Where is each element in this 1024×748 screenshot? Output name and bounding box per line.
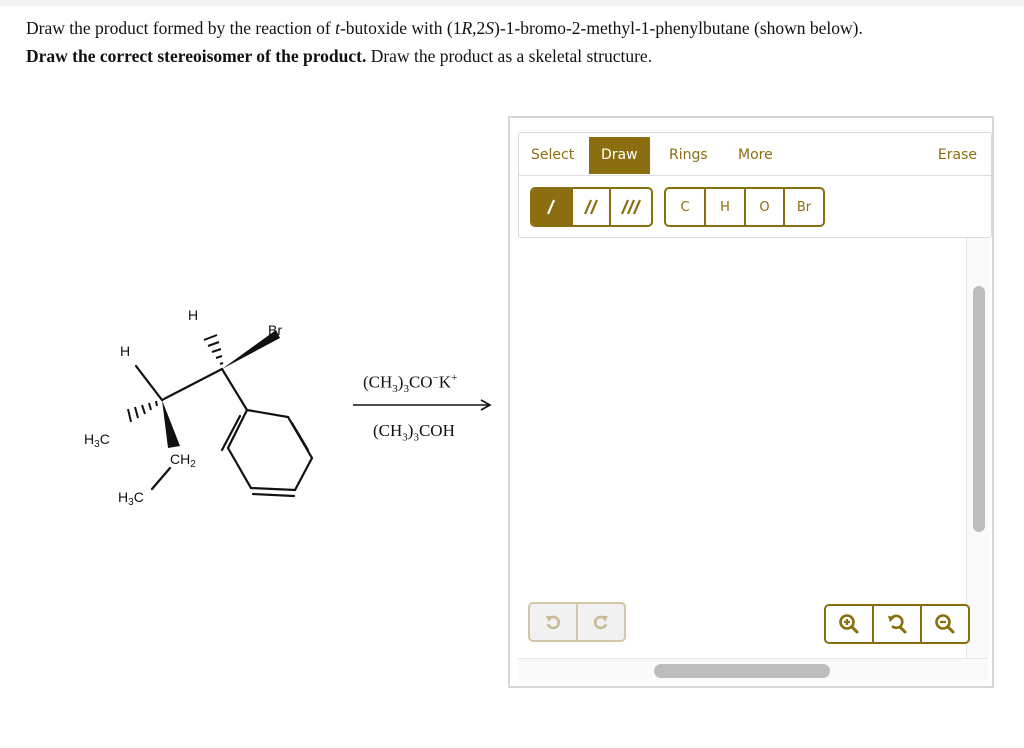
tab-more[interactable]: More (726, 137, 785, 174)
molecule-structure: H Br H H3C CH2 H3C (84, 307, 314, 508)
hashed-wedge-h (203, 334, 224, 365)
erase-button[interactable]: Erase (926, 137, 989, 174)
question-line-2: Draw the correct stereoisomer of the pro… (26, 46, 652, 67)
atom-label-br: Br (268, 322, 282, 338)
single-bond-button[interactable] (532, 189, 573, 225)
phenyl-ring (226, 408, 314, 492)
redo-icon (593, 615, 608, 630)
double-bond-icon (584, 199, 599, 215)
tab-rings[interactable]: Rings (657, 137, 720, 174)
atom-o-button[interactable]: O (746, 189, 785, 225)
zoom-out-button[interactable] (922, 606, 968, 642)
atom-label-ch2: CH2 (170, 451, 196, 470)
question-text: Draw the product formed by the reaction … (26, 18, 336, 38)
ch2-ch3-bond (150, 466, 172, 491)
undo-redo-group (528, 602, 626, 642)
tab-draw[interactable]: Draw (589, 137, 650, 174)
vertical-scroll-thumb[interactable] (973, 286, 985, 532)
redo-button[interactable] (578, 604, 624, 640)
wedge-ch2 (162, 400, 180, 448)
undo-button[interactable] (530, 604, 578, 640)
question-text-rest: -butoxide with (1R,2S)-1-bromo-2-methyl-… (339, 18, 863, 38)
editor-toolbar: Select Draw Rings More Erase C H O Br (518, 132, 992, 238)
ring-double-bond (251, 492, 296, 498)
double-bond-button[interactable] (573, 189, 612, 225)
c1-phenyl-bond (220, 367, 249, 412)
atom-label-h3c: H3C (118, 489, 144, 508)
tab-select[interactable]: Select (519, 137, 586, 174)
reagent-label: (CH3)3CO−K+ (363, 372, 458, 396)
drawing-canvas[interactable] (518, 238, 968, 658)
question-line-1: Draw the product formed by the reaction … (26, 18, 863, 39)
hashed-wedge-ch3 (127, 400, 158, 423)
undo-icon (546, 615, 561, 630)
horizontal-scroll-thumb[interactable] (654, 664, 830, 678)
zoom-controls (824, 604, 970, 644)
atom-label-h3c: H3C (84, 431, 110, 450)
solvent-label: (CH3)3COH (373, 421, 455, 444)
top-strip (0, 0, 1024, 6)
triple-bond-icon (621, 199, 642, 215)
reaction-arrow (353, 399, 492, 411)
atom-br-button[interactable]: Br (785, 189, 823, 225)
c2-h-bond (134, 364, 164, 402)
zoom-reset-icon (888, 614, 907, 634)
c1-c2-bond (160, 367, 224, 402)
structure-editor: Select Draw Rings More Erase C H O Br (508, 116, 994, 688)
atom-label-h: H (188, 307, 198, 323)
single-bond-icon (547, 199, 556, 215)
editor-tabs: Select Draw Rings More Erase (519, 133, 991, 176)
ring-double-bond (220, 414, 242, 452)
zoom-reset-button[interactable] (874, 606, 922, 642)
question-bold: Draw the correct stereoisomer of the pro… (26, 46, 367, 66)
atom-label-h: H (120, 343, 130, 359)
zoom-in-button[interactable] (826, 606, 874, 642)
ring-double-bond (290, 421, 310, 452)
zoom-out-icon (935, 614, 955, 634)
atom-buttons: C H O Br (664, 187, 825, 227)
triple-bond-button[interactable] (611, 189, 651, 225)
bond-buttons (530, 187, 653, 227)
atom-h-button[interactable]: H (706, 189, 746, 225)
atom-c-button[interactable]: C (666, 189, 706, 225)
zoom-in-icon (839, 614, 859, 634)
question-text: Draw the product as a skeletal structure… (366, 46, 653, 66)
